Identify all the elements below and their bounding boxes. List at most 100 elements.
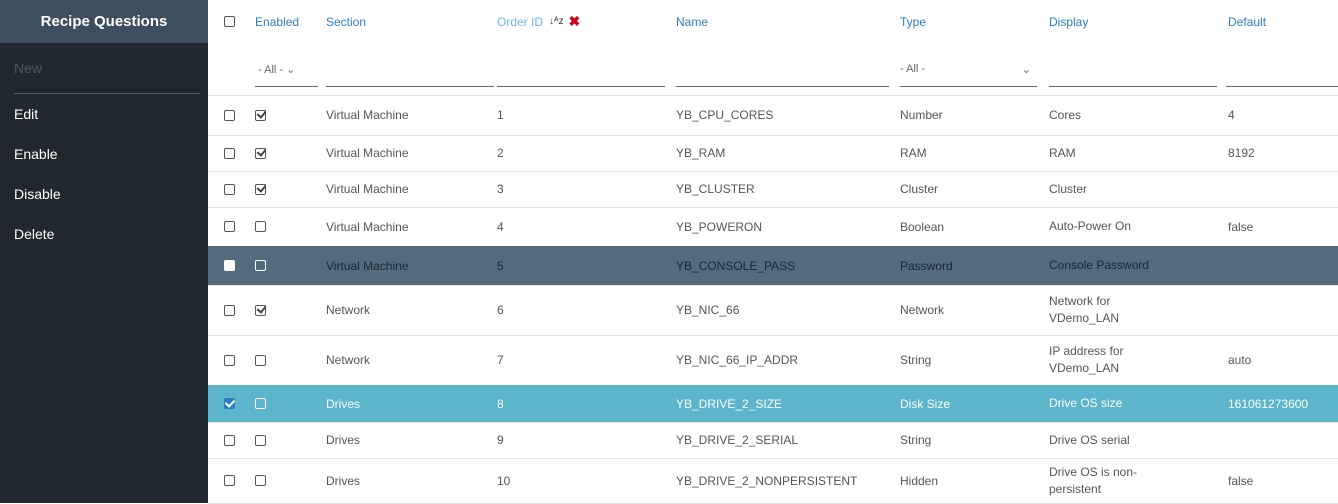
table-row[interactable]: Virtual Machine 3 YB_CLUSTER Cluster Cluster — [208, 171, 1338, 208]
enabled-check-icon — [255, 135, 266, 171]
row-select-checkbox[interactable] — [224, 95, 235, 135]
cell-name: YB_DRIVE_2_SIZE — [676, 396, 783, 411]
col-type-header[interactable]: Type — [900, 0, 926, 43]
table-row[interactable]: Network 7 YB_NIC_66_IP_ADDR String IP addres… — [208, 335, 1338, 386]
cell-default: false — [1228, 473, 1254, 488]
col-default-header[interactable]: Default — [1228, 0, 1266, 43]
type-filter-underline — [900, 86, 1037, 87]
cell-name: YB_DRIVE_2_SERIAL — [676, 433, 799, 447]
default-filter-input[interactable] — [1226, 86, 1338, 87]
cell-display: Console Password — [1049, 258, 1150, 272]
cell-section: Network — [326, 353, 371, 367]
cell-display: Drive OS is non-persistent — [1049, 464, 1138, 496]
cell-name: YB_DRIVE_2_NONPERSISTENT — [676, 473, 858, 488]
order-id-filter-input[interactable] — [497, 86, 665, 87]
cell-order: 3 — [497, 182, 504, 196]
table-row[interactable]: Virtual Machine 5 YB_CONSOLE_PASS Password C… — [208, 246, 1338, 286]
cell-order: 8 — [497, 396, 504, 411]
row-select-checkbox[interactable] — [224, 207, 235, 246]
cell-name: YB_NIC_66_IP_ADDR — [676, 353, 799, 367]
type-filter-value: - All - — [900, 63, 926, 75]
col-name-header[interactable]: Name — [676, 0, 708, 43]
name-filter-input[interactable] — [676, 86, 889, 87]
row-select-checkbox[interactable] — [224, 458, 235, 503]
filter-row: - All - ⌄ - All - ⌄ — [208, 43, 1338, 96]
recipe-questions-grid: Enabled Section Order ID ↓ᴬz ✖ Name Type… — [208, 0, 1338, 504]
sidebar-item-disable[interactable]: Disable — [0, 174, 208, 214]
row-select-checkbox[interactable] — [224, 385, 235, 422]
enabled-filter-select[interactable]: - All - ⌄ — [258, 63, 295, 76]
sidebar-title: Recipe Questions — [0, 0, 208, 43]
cell-name: YB_CLUSTER — [676, 182, 755, 196]
col-section-header[interactable]: Section — [326, 0, 366, 43]
cell-order: 10 — [497, 473, 511, 488]
cell-order: 9 — [497, 433, 504, 447]
row-select-checkbox[interactable] — [224, 422, 235, 458]
enabled-check-icon — [255, 171, 266, 207]
cell-type: Hidden — [900, 473, 939, 488]
table-row[interactable]: Drives 9 YB_DRIVE_2_SERIAL String Drive OS s… — [208, 422, 1338, 459]
enabled-unchecked-icon — [255, 458, 266, 503]
row-select-checkbox[interactable] — [224, 171, 235, 207]
cell-default: auto — [1228, 353, 1252, 367]
cell-name: YB_POWERON — [676, 219, 763, 234]
table-row[interactable]: Drives 10 YB_DRIVE_2_NONPERSISTENT Hidden Dr… — [208, 458, 1338, 504]
cell-default: 161061273600 — [1228, 396, 1309, 411]
sidebar: Recipe Questions New Edit Enable Disable… — [0, 0, 208, 503]
col-enabled-header[interactable]: Enabled — [255, 0, 299, 43]
enabled-unchecked-icon — [255, 335, 266, 385]
grid-header: Enabled Section Order ID ↓ᴬz ✖ Name Type… — [208, 0, 1338, 43]
cell-name: YB_RAM — [676, 146, 726, 160]
cell-display: RAM — [1049, 145, 1076, 160]
table-row[interactable]: Virtual Machine 4 YB_POWERON Boolean Auto-Po… — [208, 207, 1338, 247]
cell-type: String — [900, 433, 932, 447]
enabled-check-icon — [255, 285, 266, 335]
cell-default: 8192 — [1228, 146, 1255, 160]
cell-display: Auto-Power On — [1049, 219, 1132, 233]
cell-order: 4 — [497, 219, 504, 234]
cell-type: Cluster — [900, 182, 939, 196]
cell-section: Virtual Machine — [326, 182, 409, 196]
cell-section: Virtual Machine — [326, 146, 409, 160]
cell-order: 1 — [497, 108, 504, 122]
sidebar-item-edit[interactable]: Edit — [0, 94, 208, 134]
cell-default: false — [1228, 219, 1254, 234]
table-row[interactable]: Virtual Machine 1 YB_CPU_CORES Number Cores 4 — [208, 95, 1338, 136]
cell-default: 4 — [1228, 108, 1235, 122]
type-filter-select[interactable]: - All - ⌄ — [900, 63, 1037, 76]
display-filter-input[interactable] — [1049, 86, 1217, 87]
enabled-unchecked-icon — [255, 422, 266, 458]
sidebar-item-delete[interactable]: Delete — [0, 214, 208, 254]
cell-type: Number — [900, 108, 943, 122]
cell-display: Drive OS serial — [1049, 432, 1130, 447]
cell-section: Drives — [326, 396, 361, 411]
cell-display: Network for VDemo_LAN — [1049, 294, 1120, 325]
cell-order: 2 — [497, 146, 504, 160]
row-select-checkbox[interactable] — [224, 246, 235, 285]
cell-section: Drives — [326, 473, 361, 488]
cell-section: Virtual Machine — [326, 219, 409, 234]
row-select-checkbox[interactable] — [224, 135, 235, 171]
row-select-checkbox[interactable] — [224, 335, 235, 385]
table-row[interactable]: Drives 8 YB_DRIVE_2_SIZE Disk Size Drive OS … — [208, 385, 1338, 423]
clear-sort-icon[interactable]: ✖ — [569, 13, 581, 30]
enabled-unchecked-icon — [255, 207, 266, 246]
cell-name: YB_CPU_CORES — [676, 108, 774, 122]
col-display-header[interactable]: Display — [1049, 0, 1088, 43]
section-filter-input[interactable] — [326, 86, 494, 87]
sort-ascending-icon[interactable]: ↓ᴬz — [549, 16, 564, 27]
cell-section: Virtual Machine — [326, 108, 409, 122]
enabled-unchecked-icon — [255, 246, 266, 285]
col-order-id-header[interactable]: Order ID ↓ᴬz ✖ — [497, 0, 580, 43]
table-row[interactable]: Virtual Machine 2 YB_RAM RAM RAM 8192 — [208, 135, 1338, 172]
chevron-down-icon: ⌄ — [1021, 64, 1031, 76]
sidebar-item-enable[interactable]: Enable — [0, 134, 208, 174]
cell-type: String — [900, 353, 932, 367]
cell-display: Drive OS size — [1049, 396, 1123, 410]
enabled-check-icon — [255, 95, 266, 135]
cell-section: Virtual Machine — [326, 258, 409, 273]
select-all-checkbox[interactable] — [224, 0, 235, 43]
table-row[interactable]: Network 6 YB_NIC_66 Network Network for VDem… — [208, 285, 1338, 336]
chevron-down-icon: ⌄ — [286, 64, 296, 76]
row-select-checkbox[interactable] — [224, 285, 235, 335]
